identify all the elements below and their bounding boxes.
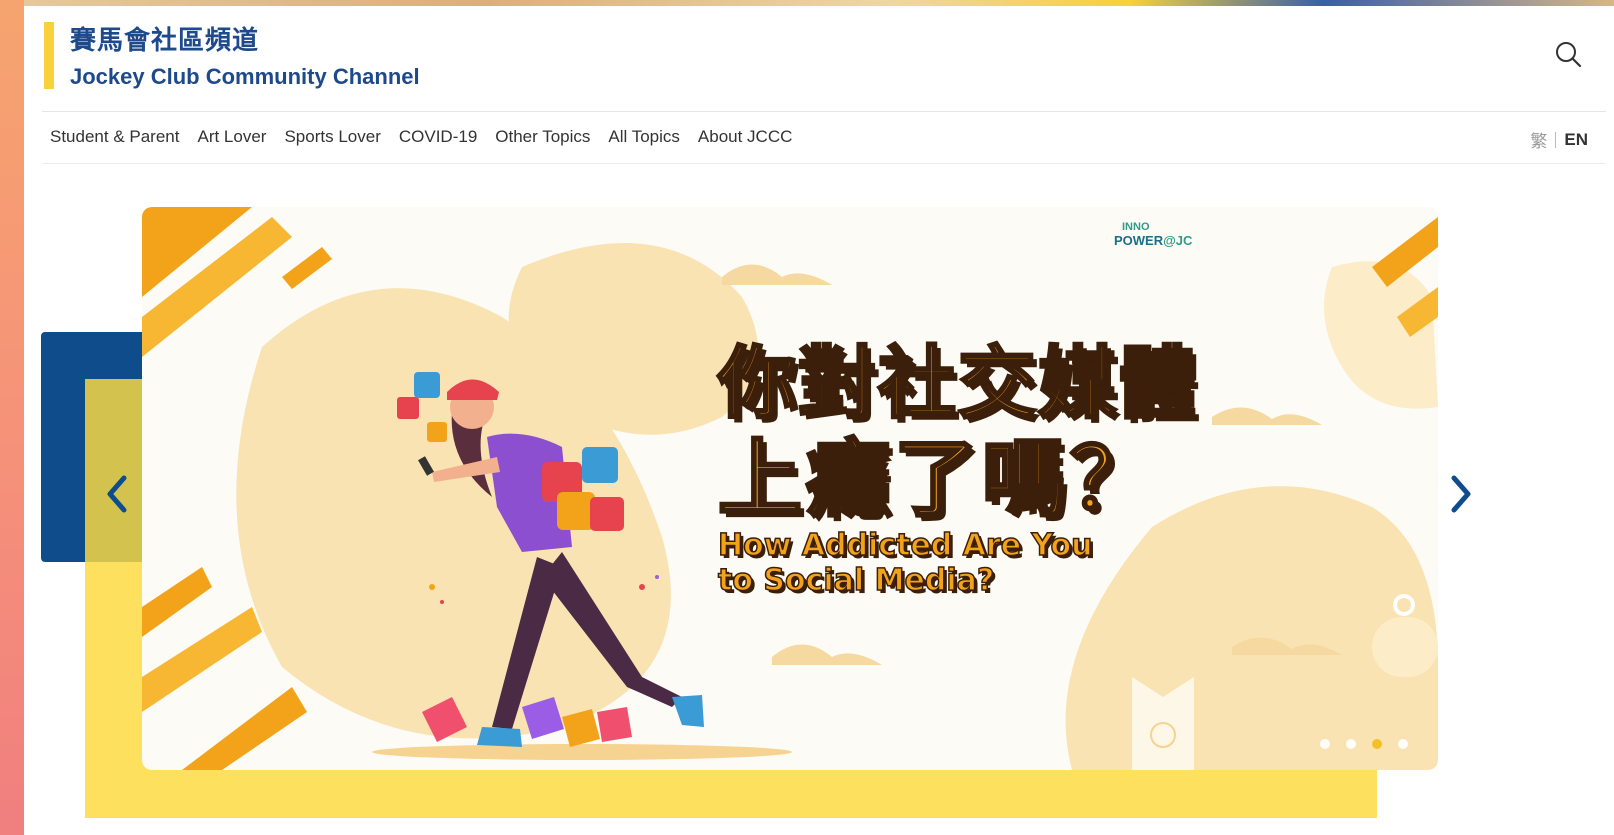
carousel-dot-1[interactable] xyxy=(1320,739,1330,749)
page: 賽馬會社區頻道 Jockey Club Community Channel St… xyxy=(24,6,1614,835)
lang-english[interactable]: EN xyxy=(1564,130,1588,150)
lang-separator xyxy=(1555,131,1557,148)
nav-divider xyxy=(42,163,1606,164)
main-nav: Student & Parent Art Lover Sports Lover … xyxy=(50,127,792,147)
nav-item-covid-19[interactable]: COVID-19 xyxy=(399,127,477,147)
lang-traditional-chinese[interactable]: 繁 xyxy=(1530,127,1547,152)
nav-item-art-lover[interactable]: Art Lover xyxy=(197,127,266,147)
banner-headline: 你對社交媒體 上癮了嗎？ How Addicted Are You to Soc… xyxy=(716,339,1199,598)
carousel-pagination xyxy=(1320,739,1408,749)
headline-en-line-2: to Social Media? xyxy=(717,562,995,598)
carousel-next-button[interactable] xyxy=(1442,464,1482,524)
chevron-left-icon xyxy=(107,475,127,513)
nav-item-about-jccc[interactable]: About JCCC xyxy=(698,127,792,147)
headline-zh-line-1: 你對社交媒體 xyxy=(716,339,1199,429)
hero-banner-slide[interactable]: INNO POWER@JC 你對社交媒體 上癮了嗎？ How Addicted … xyxy=(142,207,1438,770)
language-switcher: 繁 EN xyxy=(1530,127,1588,152)
brand-title-zh[interactable]: 賽馬會社區頻道 xyxy=(70,20,259,57)
search-icon xyxy=(1556,42,1582,68)
logo-line-2: POWER@JC xyxy=(1114,233,1192,248)
search-button[interactable] xyxy=(1554,40,1584,70)
chevron-right-icon xyxy=(1451,475,1471,513)
brand-accent-bar xyxy=(44,22,54,89)
carousel-dot-3[interactable] xyxy=(1372,739,1382,749)
nav-item-other-topics[interactable]: Other Topics xyxy=(495,127,590,147)
brand-title-en[interactable]: Jockey Club Community Channel xyxy=(70,64,420,90)
header-divider xyxy=(42,111,1606,112)
logo-power-text: POWER xyxy=(1114,233,1164,248)
logo-jc-text: @JC xyxy=(1163,233,1193,248)
left-gradient-strip xyxy=(0,0,24,835)
headline-en-line-1: How Addicted Are You xyxy=(717,528,1093,563)
nav-item-sports-lover[interactable]: Sports Lover xyxy=(284,127,380,147)
nav-item-student-parent[interactable]: Student & Parent xyxy=(50,127,179,147)
headline-zh-line-2: 上癮了嗎？ xyxy=(716,430,1159,528)
carousel-dot-2[interactable] xyxy=(1346,739,1356,749)
inno-power-logo: INNO POWER@JC xyxy=(1114,221,1192,248)
carousel-prev-button[interactable] xyxy=(96,464,136,524)
nav-item-all-topics[interactable]: All Topics xyxy=(608,127,680,147)
carousel-dot-4[interactable] xyxy=(1398,739,1408,749)
logo-line-1: INNO xyxy=(1122,221,1150,233)
